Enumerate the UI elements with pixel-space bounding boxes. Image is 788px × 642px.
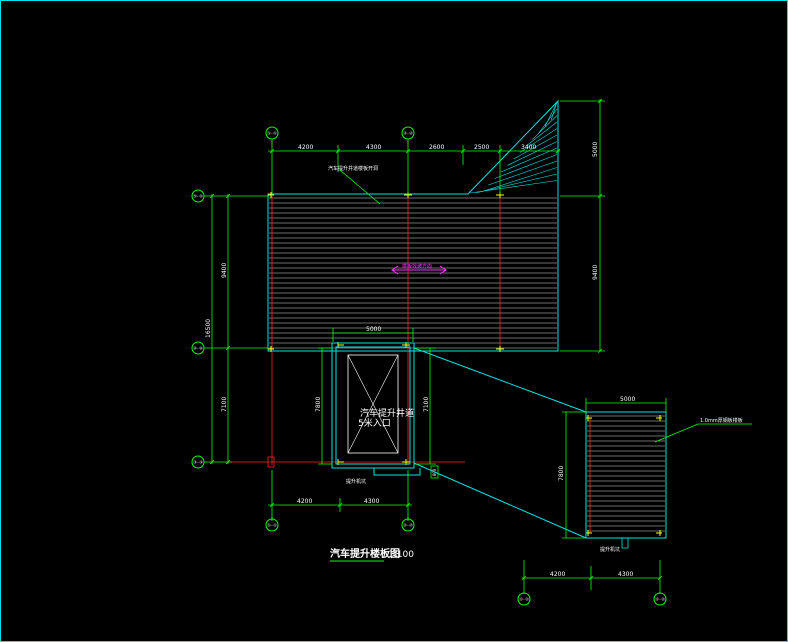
triangle-hatch-line bbox=[482, 167, 558, 192]
triangle-hatch-line bbox=[532, 115, 558, 140]
shaft-height-right-dim: 7100 bbox=[423, 397, 430, 412]
top-dim-2: 4300 bbox=[366, 144, 381, 151]
main-slab-hatch bbox=[269, 197, 557, 349]
dimension-lines bbox=[204, 98, 752, 594]
svg-text:①-①: ①-① bbox=[519, 597, 529, 602]
bottom-note: 提升机坑 bbox=[346, 478, 366, 485]
axis-bubble-detail-2: ②-② bbox=[653, 592, 667, 606]
detail-bottom-note: 提升机坑 bbox=[600, 546, 620, 553]
axis-bubble-top-1: ①-① bbox=[265, 126, 279, 140]
axis-bubble-left-2: ④-④ bbox=[191, 341, 205, 355]
svg-text:②-②: ②-② bbox=[403, 131, 413, 136]
drawing-scale: 1:100 bbox=[388, 550, 414, 560]
top-dim-4: 2500 bbox=[474, 144, 489, 151]
svg-text:①-①: ①-① bbox=[267, 131, 277, 136]
left-dim-upper: 9400 bbox=[221, 263, 228, 278]
triangle-hatch-line bbox=[469, 180, 558, 194]
triangle-hatch-line bbox=[525, 121, 558, 147]
top-dim-3: 2600 bbox=[429, 144, 444, 151]
triangle-hatch-line bbox=[488, 160, 558, 186]
top-dim-5: 3400 bbox=[521, 144, 536, 151]
svg-text:④-④: ④-④ bbox=[193, 346, 203, 351]
detail-width-dim: 5000 bbox=[620, 396, 635, 403]
axis-bubble-detail-1: ①-① bbox=[517, 592, 531, 606]
top-dim-1: 4200 bbox=[298, 144, 313, 151]
detail-bottom-dim-1: 4200 bbox=[550, 571, 565, 578]
detail-hatch bbox=[587, 415, 665, 532]
shaft-label-line2: 5米入口 bbox=[358, 417, 391, 429]
bottom-dim-1: 4200 bbox=[297, 498, 312, 505]
slope-arrow-label: 楼板找坡方向 bbox=[402, 263, 432, 270]
left-dim-lower: 7100 bbox=[221, 397, 228, 412]
axis-bubble-left-3: ③-③ bbox=[191, 455, 205, 469]
column-markers bbox=[268, 192, 662, 536]
svg-text:③-③: ③-③ bbox=[193, 460, 203, 465]
shaft-height-left-dim: 7800 bbox=[315, 397, 322, 412]
viewport-border bbox=[0, 0, 788, 642]
axis-bubbles: ①-① ②-② ⑤-⑤ ④-④ ③-③ ①-① ②-② ①-① ②-② bbox=[191, 126, 667, 606]
left-dim-total: 16500 bbox=[205, 319, 212, 338]
shaft-width-dim: 5000 bbox=[366, 326, 381, 333]
svg-text:①-①: ①-① bbox=[267, 523, 277, 528]
floor-plan-drawing: 汽车提升井道 5米入口 800 bbox=[0, 0, 788, 642]
detail-leader-lines bbox=[413, 347, 587, 539]
detail-note: 1.0mm厚钢板楼板 bbox=[700, 417, 743, 424]
svg-text:②-②: ②-② bbox=[655, 597, 665, 602]
detail-bottom-dim-2: 4300 bbox=[618, 571, 633, 578]
right-top-dim: 5000 bbox=[592, 142, 599, 157]
axis-bubble-top-2: ②-② bbox=[401, 126, 415, 140]
axis-bubble-left-1: ⑤-⑤ bbox=[191, 189, 205, 203]
triangle-hatch-line bbox=[494, 154, 558, 179]
right-dim: 9400 bbox=[592, 265, 599, 280]
detail-pit-outline bbox=[621, 538, 629, 549]
top-note: 汽车提升井道楼板开洞 bbox=[328, 165, 378, 172]
main-slab-outline bbox=[267, 99, 559, 352]
shaft-label-line1: 汽车提升井道 bbox=[360, 407, 414, 419]
bottom-dim-2: 4300 bbox=[364, 498, 379, 505]
triangle-hatch-line bbox=[544, 102, 558, 127]
svg-text:⑤-⑤: ⑤-⑤ bbox=[193, 194, 203, 199]
svg-text:②-②: ②-② bbox=[403, 523, 413, 528]
detail-height-dim: 7800 bbox=[558, 466, 565, 481]
